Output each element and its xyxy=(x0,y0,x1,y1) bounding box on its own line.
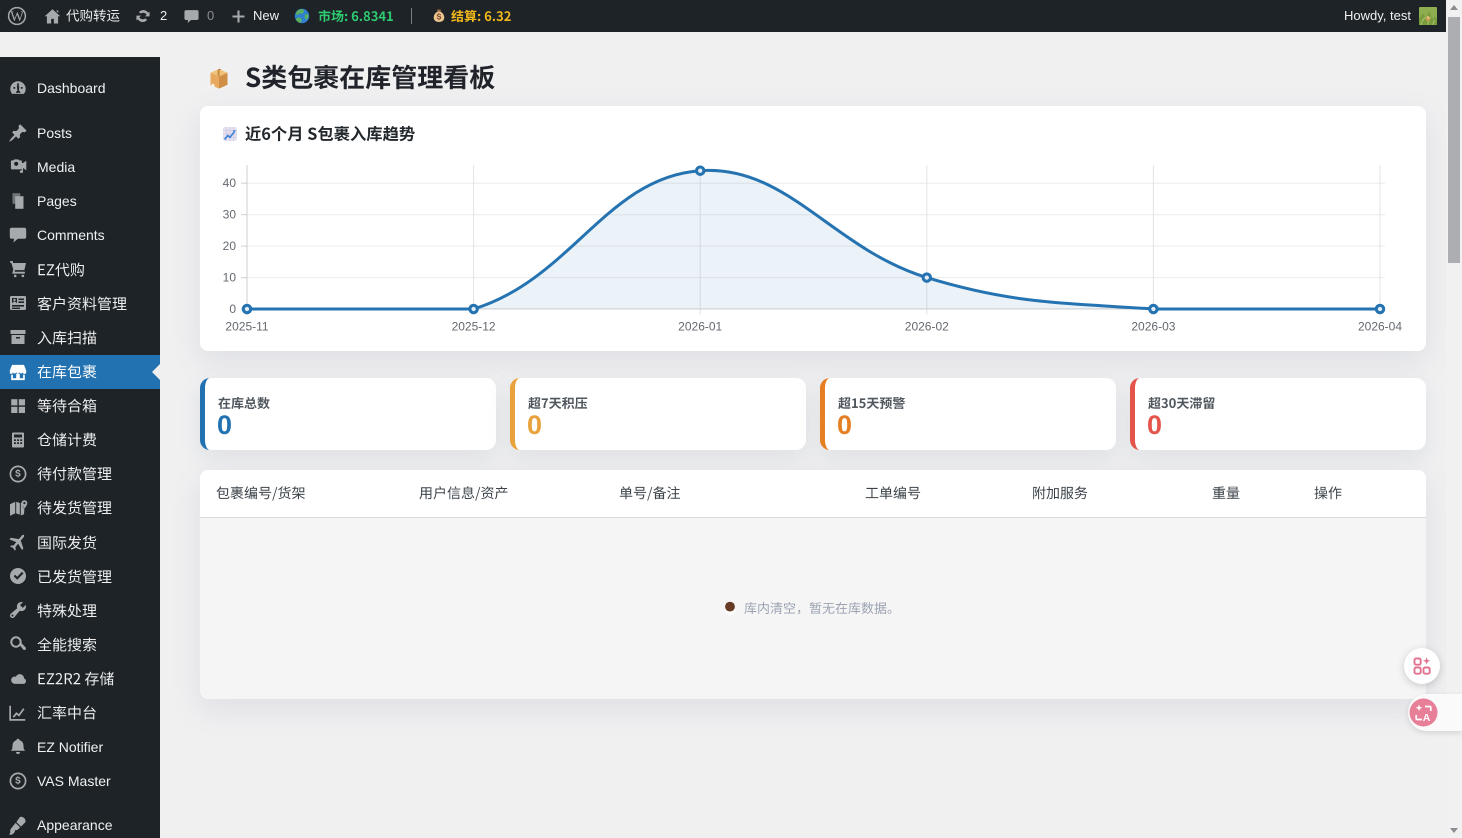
svg-text:20: 20 xyxy=(223,239,237,253)
svg-text:2026-03: 2026-03 xyxy=(1131,320,1175,334)
svg-text:W: W xyxy=(10,9,24,25)
svg-text:2025-11: 2025-11 xyxy=(225,320,268,334)
svg-text:0: 0 xyxy=(229,302,236,316)
svg-text:40: 40 xyxy=(223,176,237,190)
svg-text:10: 10 xyxy=(223,271,237,285)
svg-text:2026-04: 2026-04 xyxy=(1358,320,1402,334)
svg-text:A: A xyxy=(1423,712,1431,724)
svg-text:2026-01: 2026-01 xyxy=(678,320,722,334)
svg-text:2026-02: 2026-02 xyxy=(905,320,949,334)
svg-text:30: 30 xyxy=(223,208,237,222)
svg-text:2025-12: 2025-12 xyxy=(452,320,496,334)
